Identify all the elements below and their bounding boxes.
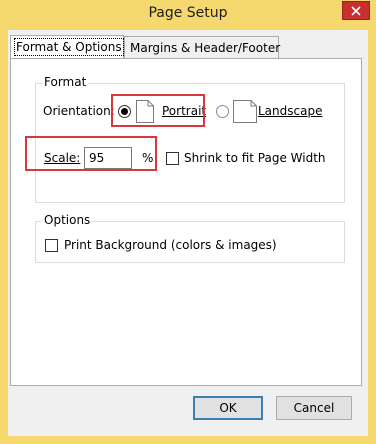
close-icon (351, 6, 361, 16)
tab-format-options-label: Format & Options (14, 38, 124, 56)
window-title: Page Setup (148, 5, 228, 21)
page-setup-dialog: Page Setup Format & Options Margins & He… (0, 0, 376, 444)
landscape-radio[interactable] (216, 105, 229, 118)
tab-panel: Format Orientation: Portrait Landscape S… (10, 58, 362, 386)
format-group-label: Format (42, 75, 89, 89)
shrink-to-fit-label[interactable]: Shrink to fit Page Width (184, 151, 326, 165)
title-bar[interactable]: Page Setup (0, 0, 376, 30)
tab-margins-header-footer[interactable]: Margins & Header/Footer (124, 36, 281, 58)
print-background-checkbox[interactable] (45, 239, 58, 252)
tab-margins-label: Margins & Header/Footer (130, 41, 281, 55)
landscape-label-text: Landscape (258, 104, 323, 118)
portrait-highlight (111, 94, 205, 127)
close-button[interactable] (342, 1, 370, 20)
tab-strip: Format & Options Margins & Header/Footer (8, 35, 368, 60)
scale-highlight (25, 136, 157, 171)
landscape-page-icon (233, 100, 257, 123)
cancel-button[interactable]: Cancel (276, 396, 352, 420)
orientation-label: Orientation: (43, 104, 115, 118)
tab-format-options[interactable]: Format & Options (10, 35, 124, 59)
options-group-label: Options (42, 213, 93, 227)
landscape-label[interactable]: Landscape (258, 104, 322, 118)
ok-button[interactable]: OK (193, 396, 263, 420)
dialog-client: Format & Options Margins & Header/Footer… (8, 30, 368, 436)
shrink-to-fit-checkbox[interactable] (166, 152, 179, 165)
print-background-label[interactable]: Print Background (colors & images) (64, 238, 277, 252)
